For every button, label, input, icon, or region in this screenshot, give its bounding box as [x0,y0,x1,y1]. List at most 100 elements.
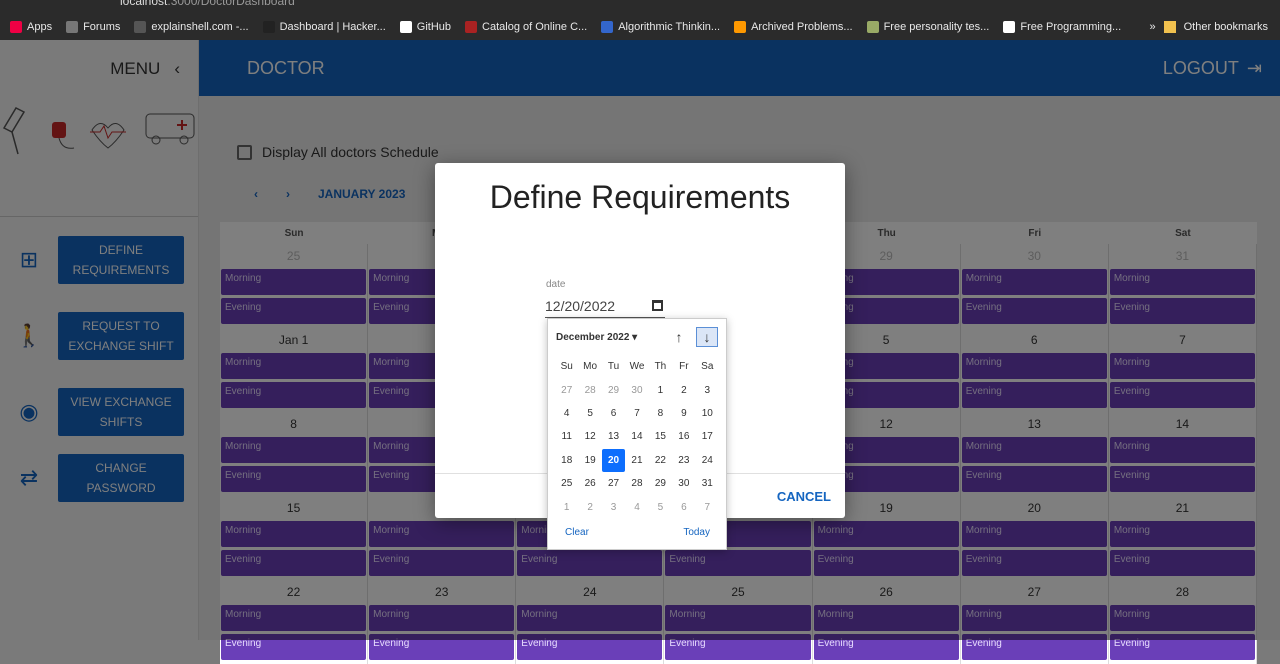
date-picker-popup: December 2022 ▾ ↑ ↓ Su Mo Tu We Th Fr Sa 27 28 29… [547,318,727,550]
date-cell[interactable]: 17 [696,425,719,448]
folder-icon [1163,21,1176,33]
bookmarks-bar: Apps Forums explainshell.com -... Dashboard… [0,14,1280,40]
bookmark-favicon-icon [134,21,147,33]
date-cell[interactable]: 26 [578,472,601,495]
bookmarks-right: » Other bookmarks [1150,14,1268,40]
date-input[interactable]: 12/20/2022 [545,294,665,318]
bookmark-item[interactable]: Forums [66,21,120,33]
bookmark-label: Free Programming... [1020,21,1122,33]
bookmark-label: Catalog of Online C... [482,21,588,33]
date-cell[interactable]: 10 [696,402,719,425]
bookmark-item[interactable]: GitHub [399,21,452,33]
date-picker-header: December 2022 ▾ ↑ ↓ [548,319,726,355]
bookmark-favicon-icon [262,21,275,33]
calendar-icon[interactable] [652,300,663,311]
date-cell[interactable]: 2 [578,495,601,518]
bookmark-label: Dashboard | Hacker... [279,21,386,33]
bookmark-label: Algorithmic Thinkin... [618,21,721,33]
bookmark-item[interactable]: Catalog of Online C... [465,21,587,33]
more-bookmarks-button[interactable]: » [1150,21,1156,33]
bookmark-label: Apps [27,21,53,33]
date-cell[interactable]: 24 [696,449,719,472]
date-cell[interactable]: 27 [602,472,625,495]
bookmark-item[interactable]: Free Programming... [1003,21,1121,33]
weekday-label: Su [560,361,573,373]
date-cell[interactable]: 5 [649,495,672,518]
date-picker-footer: Clear Today [548,519,726,538]
bookmark-item[interactable]: Free personality tes... [866,21,990,33]
date-cell[interactable]: 14 [625,425,648,448]
date-cell[interactable]: 4 [625,495,648,518]
date-cell[interactable]: 30 [672,472,695,495]
bookmark-favicon-icon [399,21,412,33]
date-cell[interactable]: 9 [672,402,695,425]
today-button[interactable]: Today [683,527,710,538]
date-cell[interactable]: 13 [602,425,625,448]
bookmark-item[interactable]: Algorithmic Thinkin... [601,21,720,33]
bookmark-item[interactable]: explainshell.com -... [134,21,249,33]
date-cell[interactable]: 28 [625,472,648,495]
date-cell[interactable]: 7 [625,402,648,425]
date-cell[interactable]: 15 [649,425,672,448]
date-value: 12/20/2022 [545,297,616,314]
arrow-down-icon[interactable]: ↓ [696,327,718,347]
cancel-button[interactable]: CANCEL [777,489,831,504]
date-cell[interactable]: 1 [555,495,578,518]
date-cell[interactable]: 11 [555,425,578,448]
weekday-label: Th [654,361,667,373]
date-cell[interactable]: 5 [578,402,601,425]
month-year-select[interactable]: December 2022 ▾ [556,332,637,343]
other-bookmarks[interactable]: Other bookmarks [1184,21,1268,33]
date-cell[interactable]: 6 [602,402,625,425]
date-cell[interactable]: 3 [602,495,625,518]
date-cell[interactable]: 29 [649,472,672,495]
bookmark-item[interactable]: Archived Problems... [734,21,853,33]
date-cell[interactable]: 1 [649,378,672,401]
date-cell[interactable]: 22 [649,449,672,472]
bookmark-item[interactable]: Apps [10,21,52,33]
date-cell[interactable]: 4 [555,402,578,425]
date-cell[interactable]: 23 [672,449,695,472]
date-cell[interactable]: 30 [625,378,648,401]
date-picker-grid: Su Mo Tu We Th Fr Sa 27 28 29 30 1 2 3 4 5 6 7 8 9 10 11 12 13 1… [548,355,726,519]
date-cell[interactable]: 3 [696,378,719,401]
date-cell[interactable]: 12 [578,425,601,448]
date-cell[interactable]: 31 [696,472,719,495]
clear-button[interactable]: Clear [565,527,589,538]
date-cell[interactable]: 28 [578,378,601,401]
date-cell[interactable]: 16 [672,425,695,448]
date-cell[interactable]: 8 [649,402,672,425]
bookmark-label: GitHub [416,21,452,33]
bookmark-label: Archived Problems... [751,21,853,33]
address-bar[interactable]: localhost:3000/DoctorDashboard [120,0,1020,8]
dialog-title: Define Requirements [489,179,791,215]
date-cell[interactable]: 20 [601,448,626,472]
weekday-label: We [629,361,645,373]
weekday-label: Fr [679,361,689,373]
bookmark-label: explainshell.com -... [151,21,249,33]
url-path: :3000/DoctorDashboard [167,0,295,8]
date-cell[interactable]: 18 [555,449,578,472]
date-cell[interactable]: 19 [578,449,601,472]
bookmark-favicon-icon [66,21,79,33]
arrow-up-icon[interactable]: ↑ [668,327,690,347]
date-cell[interactable]: 2 [672,378,695,401]
bookmark-favicon-icon [866,21,879,33]
date-cell[interactable]: 25 [555,472,578,495]
url-host: localhost [120,0,168,8]
weekday-label: Sa [701,361,714,373]
bookmark-favicon-icon [1003,21,1016,33]
date-cell[interactable]: 6 [672,495,695,518]
month-year-label: December 2022 [556,331,630,343]
date-cell[interactable]: 29 [602,378,625,401]
weekday-label: Tu [607,361,620,373]
date-cell[interactable]: 21 [625,449,648,472]
month-arrows: ↑ ↓ [668,327,718,347]
bookmark-item[interactable]: Dashboard | Hacker... [262,21,386,33]
date-label: date [546,279,566,290]
bookmark-favicon-icon [465,21,478,33]
bookmark-favicon-icon [10,21,22,33]
bookmark-label: Free personality tes... [883,21,990,33]
date-cell[interactable]: 27 [555,378,578,401]
date-cell[interactable]: 7 [696,495,719,518]
